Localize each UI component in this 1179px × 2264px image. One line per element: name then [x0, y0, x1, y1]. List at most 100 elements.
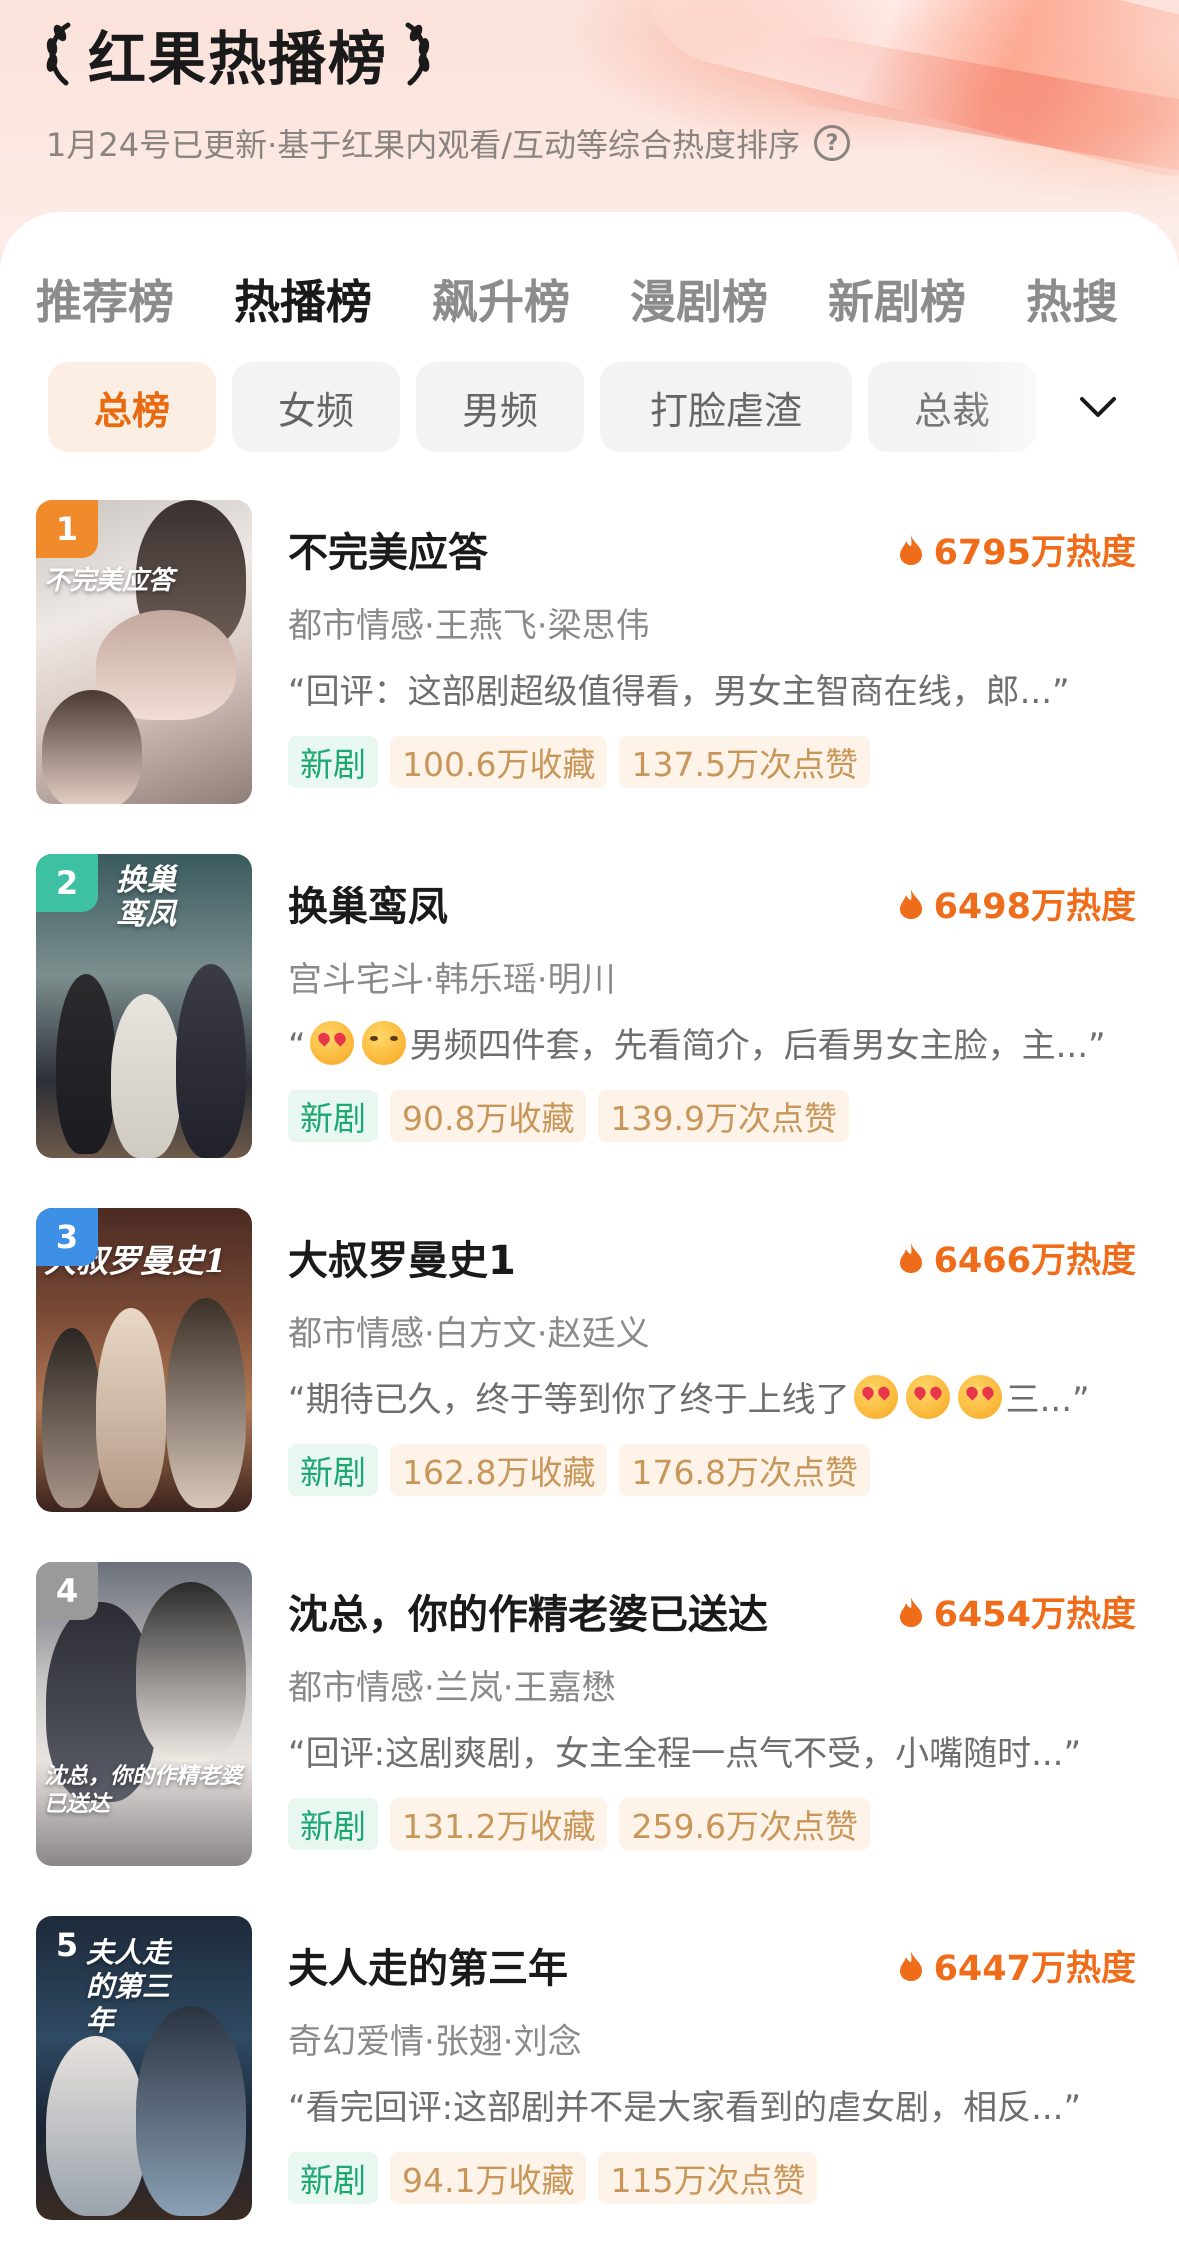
show-title[interactable]: 沈总，你的作精老婆已送达: [288, 1582, 768, 1640]
likes-badge: 115万次点赞: [598, 2152, 818, 2204]
poster-figure: [42, 690, 142, 804]
new-badge: 新剧: [288, 736, 378, 788]
title-row: 红果热播榜: [40, 14, 436, 94]
review-text: 男频四件套，先看简介，后看男女主脸，主...”: [409, 1026, 1106, 1066]
heart-eyes-emoji-icon: [905, 1375, 950, 1419]
tab-new[interactable]: 新剧榜: [828, 266, 966, 332]
list-item[interactable]: 不完美应答 1 不完美应答 6795万热度 都市情感·王燕飞·梁思伟 “回评：这…: [0, 500, 1179, 805]
tab-comic[interactable]: 漫剧榜: [630, 266, 768, 332]
poster-figure: [42, 1328, 102, 1508]
chip-male[interactable]: 男频: [416, 362, 584, 452]
show-title[interactable]: 换巢鸾凤: [288, 874, 448, 932]
expand-categories-button[interactable]: [1053, 362, 1143, 452]
tab-hot[interactable]: 热播榜: [234, 266, 372, 332]
review-snippet: “回评:这剧爽剧，女主全程一点气不受，小嘴随时...”: [288, 1734, 1082, 1774]
flame-icon: [899, 1950, 922, 1981]
list-item[interactable]: 沈总，你的作精老婆已送达 4 沈总，你的作精老婆已送达 6454万热度 都市情感…: [0, 1562, 1179, 1867]
new-badge: 新剧: [288, 2152, 378, 2204]
flame-icon: [899, 1596, 922, 1627]
show-title[interactable]: 不完美应答: [288, 520, 488, 578]
new-badge: 新剧: [288, 1444, 378, 1496]
new-badge: 新剧: [288, 1090, 378, 1142]
chip-female[interactable]: 女频: [232, 362, 400, 452]
favorites-badge: 131.2万收藏: [390, 1798, 608, 1850]
poster-title: 换巢鸾凤: [116, 863, 176, 932]
show-title[interactable]: 大叔罗曼史1: [288, 1228, 516, 1286]
badges: 新剧 100.6万收藏 137.5万次点赞: [288, 736, 882, 788]
new-badge: 新剧: [288, 1798, 378, 1850]
rank-badge: 1: [36, 500, 98, 558]
badges: 新剧 94.1万收藏 115万次点赞: [288, 2152, 829, 2204]
review-quote: “: [288, 1026, 306, 1066]
poster-figure: [166, 1298, 246, 1508]
review-snippet: “看完回评:这部剧并不是大家看到的虐女剧，相反...”: [288, 2088, 1082, 2128]
flame-icon: [899, 534, 922, 565]
review-snippet: “回评：这部剧超级值得看，男女主智商在线，郎...”: [288, 672, 1070, 712]
chevron-down-icon: [1080, 397, 1116, 417]
poster-figure: [176, 964, 246, 1158]
list-item[interactable]: 夫人走的第三年 5 夫人走的第三年 6447万热度 奇幻爱情·张翅·刘念 “看完…: [0, 1916, 1179, 2221]
heat-value: 6498万热度: [933, 887, 1136, 927]
poster-title: 夫人走的第三年: [86, 1936, 171, 2037]
show-meta: 都市情感·兰岚·王嘉懋: [288, 1668, 616, 1708]
likes-badge: 139.9万次点赞: [598, 1090, 849, 1142]
poster-title: 沈总，你的作精老婆已送达: [44, 1763, 243, 1817]
poster-figure: [56, 974, 116, 1154]
heat-score: 6466万热度: [898, 1232, 1136, 1283]
likes-badge: 259.6万次点赞: [619, 1798, 870, 1850]
show-meta: 奇幻爱情·张翅·刘念: [288, 2022, 582, 2062]
poster-figure: [136, 1582, 246, 1762]
heat-value: 6447万热度: [933, 1949, 1136, 1989]
poster-image[interactable]: 换巢鸾凤 2: [36, 854, 252, 1158]
likes-badge: 176.8万次点赞: [619, 1444, 870, 1496]
flame-icon: [899, 1242, 922, 1273]
heat-score: 6795万热度: [898, 524, 1136, 575]
show-meta: 宫斗宅斗·韩乐瑶·明川: [288, 960, 616, 1000]
badges: 新剧 90.8万收藏 139.9万次点赞: [288, 1090, 861, 1142]
heat-value: 6466万热度: [933, 1241, 1136, 1281]
heat-score: 6454万热度: [898, 1586, 1136, 1637]
tab-search[interactable]: 热搜: [1026, 266, 1118, 332]
favorites-badge: 100.6万收藏: [390, 736, 608, 788]
poster-image[interactable]: 沈总，你的作精老婆已送达 4: [36, 1562, 252, 1866]
chip-revenge[interactable]: 打脸虐渣: [600, 362, 852, 452]
heat-value: 6454万热度: [933, 1595, 1136, 1635]
rank-badge: 4: [36, 1562, 98, 1620]
poster-image[interactable]: 夫人走的第三年 5: [36, 1916, 252, 2220]
favorites-badge: 90.8万收藏: [390, 1090, 587, 1142]
poster-figure: [46, 2036, 146, 2216]
favorites-badge: 94.1万收藏: [390, 2152, 587, 2204]
list-item[interactable]: 大叔罗曼史1 3 大叔罗曼史1 6466万热度 都市情感·白方文·赵廷义 “期待…: [0, 1208, 1179, 1513]
heart-eyes-emoji-icon: [309, 1021, 354, 1065]
poster-image[interactable]: 大叔罗曼史1 3: [36, 1208, 252, 1512]
tab-rising[interactable]: 飙升榜: [432, 266, 570, 332]
chip-all[interactable]: 总榜: [48, 362, 216, 452]
page-title: 红果热播榜: [88, 25, 389, 93]
tab-recommend[interactable]: 推荐榜: [36, 266, 174, 332]
badges: 新剧 162.8万收藏 176.8万次点赞: [288, 1444, 882, 1496]
heat-score: 6447万热度: [898, 1940, 1136, 1991]
update-subtitle: 1月24号已更新·基于红果内观看/互动等综合热度排序: [46, 126, 801, 164]
poster-image[interactable]: 不完美应答 1: [36, 500, 252, 804]
rank-badge: 2: [36, 854, 98, 912]
review-snippet: “期待已久，终于等到你了终于上线了 三...”: [288, 1372, 1128, 1421]
show-meta: 都市情感·王燕飞·梁思伟: [288, 606, 650, 646]
laurel-right-icon: [405, 22, 430, 86]
favorites-badge: 162.8万收藏: [390, 1444, 608, 1496]
flame-icon: [899, 888, 922, 919]
help-icon[interactable]: ?: [814, 125, 851, 161]
poster-figure: [96, 1308, 166, 1508]
rank-badge: 5: [55, 1926, 79, 1964]
heart-eyes-emoji-icon: [853, 1375, 898, 1419]
badges: 新剧 131.2万收藏 259.6万次点赞: [288, 1798, 882, 1850]
heart-eyes-emoji-icon: [957, 1375, 1002, 1419]
subtitle-row: 1月24号已更新·基于红果内观看/互动等综合热度排序 ?: [46, 120, 851, 166]
review-suffix: 三...”: [1005, 1380, 1090, 1420]
show-title[interactable]: 夫人走的第三年: [288, 1936, 568, 1994]
list-item[interactable]: 换巢鸾凤 2 换巢鸾凤 6498万热度 宫斗宅斗·韩乐瑶·明川 “ 男频四件套，先…: [0, 854, 1179, 1159]
heat-score: 6498万热度: [898, 878, 1136, 929]
laurel-left-icon: [46, 22, 71, 86]
show-meta: 都市情感·白方文·赵廷义: [288, 1314, 650, 1354]
poster-title: 不完美应答: [44, 566, 175, 596]
likes-badge: 137.5万次点赞: [619, 736, 870, 788]
